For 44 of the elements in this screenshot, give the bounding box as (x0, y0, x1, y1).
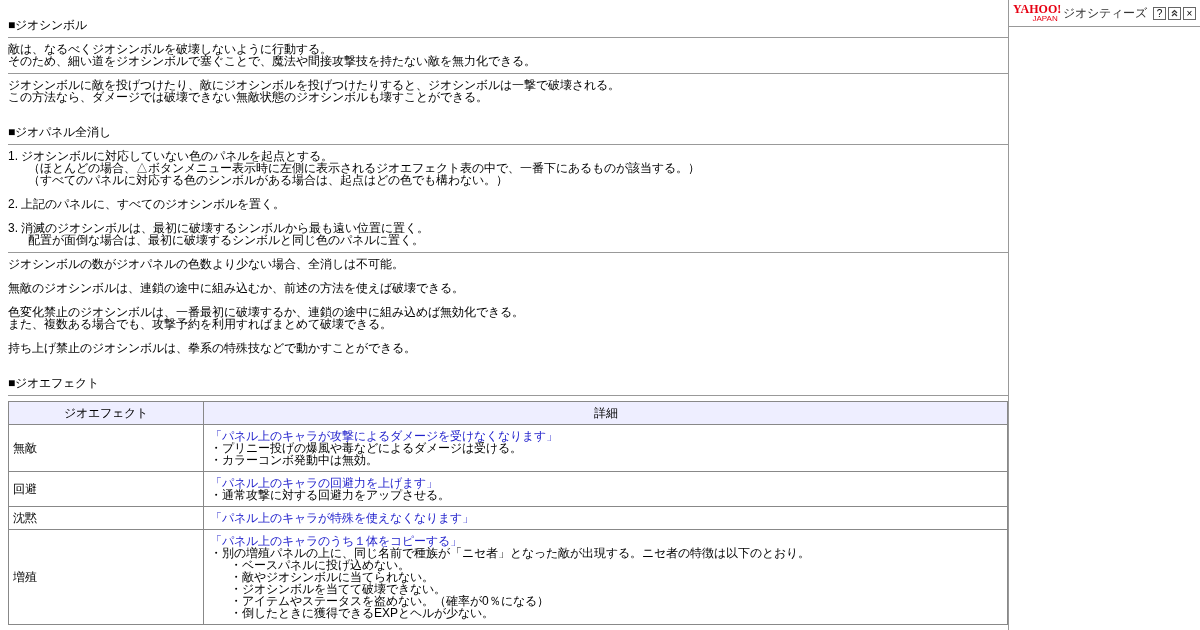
close-button[interactable]: × (1183, 6, 1196, 20)
service-name: ジオシティーズ (1063, 7, 1148, 19)
collapse-button[interactable] (1168, 6, 1181, 20)
effect-description: 「パネル上のキャラが特殊を使えなくなります」 (210, 512, 475, 524)
logo-subtitle: JAPAN (1032, 15, 1058, 23)
effect-description: 「パネル上のキャラの回避力を上げます」 (210, 477, 439, 489)
body-text: 持ち上げ禁止のジオシンボルは、拳系の特殊技などで動かすことができる。 (8, 342, 417, 354)
body-text: 3. 消滅のジオシンボルは、最初に破壊するシンボルから最も遠い位置に置く。 (8, 222, 431, 234)
section-heading: ■ジオエフェクト (8, 377, 101, 389)
body-text: ・ベースパネルに投げ込めない。 (230, 559, 410, 571)
table-cell: 沈黙 (8, 506, 204, 530)
table-cell: 無敵 (8, 424, 204, 472)
effect-description: 「パネル上のキャラが攻撃によるダメージを受けなくなります」 (210, 430, 559, 442)
section-heading: ■ジオシンボル (8, 19, 89, 31)
logo: YAHOO! (1013, 3, 1062, 15)
body-text: ・ジオシンボルを当てて破壊できない。 (229, 583, 446, 595)
body-text: ・別の増殖パネルの上に、同じ名前で種族が「ニセ者」となった敵が出現する。ニセ者の特徴は以下のとおり。 (210, 547, 811, 559)
body-text: ・プリニー投げの爆風や毒などによるダメージは受ける。 (210, 442, 523, 454)
body-text: 敵は、なるべくジオシンボルを破壊しないように行動する。 (8, 43, 332, 55)
body-text: ・倒したときに獲得できるEXPとヘルが少ない。 (229, 607, 495, 619)
body-text: 1. ジオシンボルに対応していない色のパネルを起点とする。 (8, 150, 334, 162)
body-text: 無敵のジオシンボルは、連鎖の途中に組み込むか、前述の方法を使えば破壊できる。 (8, 282, 465, 294)
body-text: 2. 上記のパネルに、すべてのジオシンボルを置く。 (8, 198, 287, 210)
body-text: ジオシンボルに敵を投げつけたり、敵にジオシンボルを投げつけたりすると、ジオシンボルは一撃で破壊される。 (8, 79, 621, 91)
column-header: ジオエフェクト (8, 401, 204, 425)
body-text: ・通常攻撃に対する回避力をアップさせる。 (210, 489, 451, 501)
double-chevron-up-icon (1171, 9, 1178, 17)
body-text: （ほとんどの場合、△ボタンメニュー表示時に左側に表示されるジオエフェクト表の中で、一番下にあるものが該当する。） (27, 162, 701, 174)
column-header: 詳細 (203, 401, 1008, 425)
body-text: ・アイテムやステータスを盗めない。（確率が0％になる） (229, 595, 550, 607)
body-text: （すべてのパネルに対応する色のシンボルがある場合は、起点はどの色でも構わない。） (27, 174, 509, 186)
body-text: 色変化禁止のジオシンボルは、一番最初に破壊するか、連鎖の途中に組み込めば無効化できる。 (8, 306, 525, 318)
body-text: 配置が面倒な場合は、最初に破壊するシンボルと同じ色のパネルに置く。 (28, 234, 425, 246)
table-cell: 回避 (8, 471, 204, 507)
body-text: この方法なら、ダメージでは破壊できない無敵状態のジオシンボルも壊すことができる。 (8, 91, 488, 103)
effect-description: 「パネル上のキャラのうち１体をコピーする」 (210, 535, 463, 547)
body-text: ジオシンボルの数がジオパネルの色数より少ない場合、全消しは不可能。 (8, 258, 405, 270)
body-text: ・カラーコンボ発動中は無効。 (210, 454, 379, 466)
body-text: ・敵やジオシンボルに当てられない。 (229, 571, 435, 583)
help-button[interactable]: ? (1153, 6, 1166, 20)
section-heading: ■ジオパネル全消し (8, 126, 113, 138)
body-text: また、複数ある場合でも、攻撃予約を利用すればまとめて破壊できる。 (8, 318, 392, 330)
table-cell: 増殖 (8, 529, 204, 625)
body-text: そのため、細い道をジオシンボルで塞ぐことで、魔法や間接攻撃技を持たない敵を無力化できる。 (8, 55, 537, 67)
